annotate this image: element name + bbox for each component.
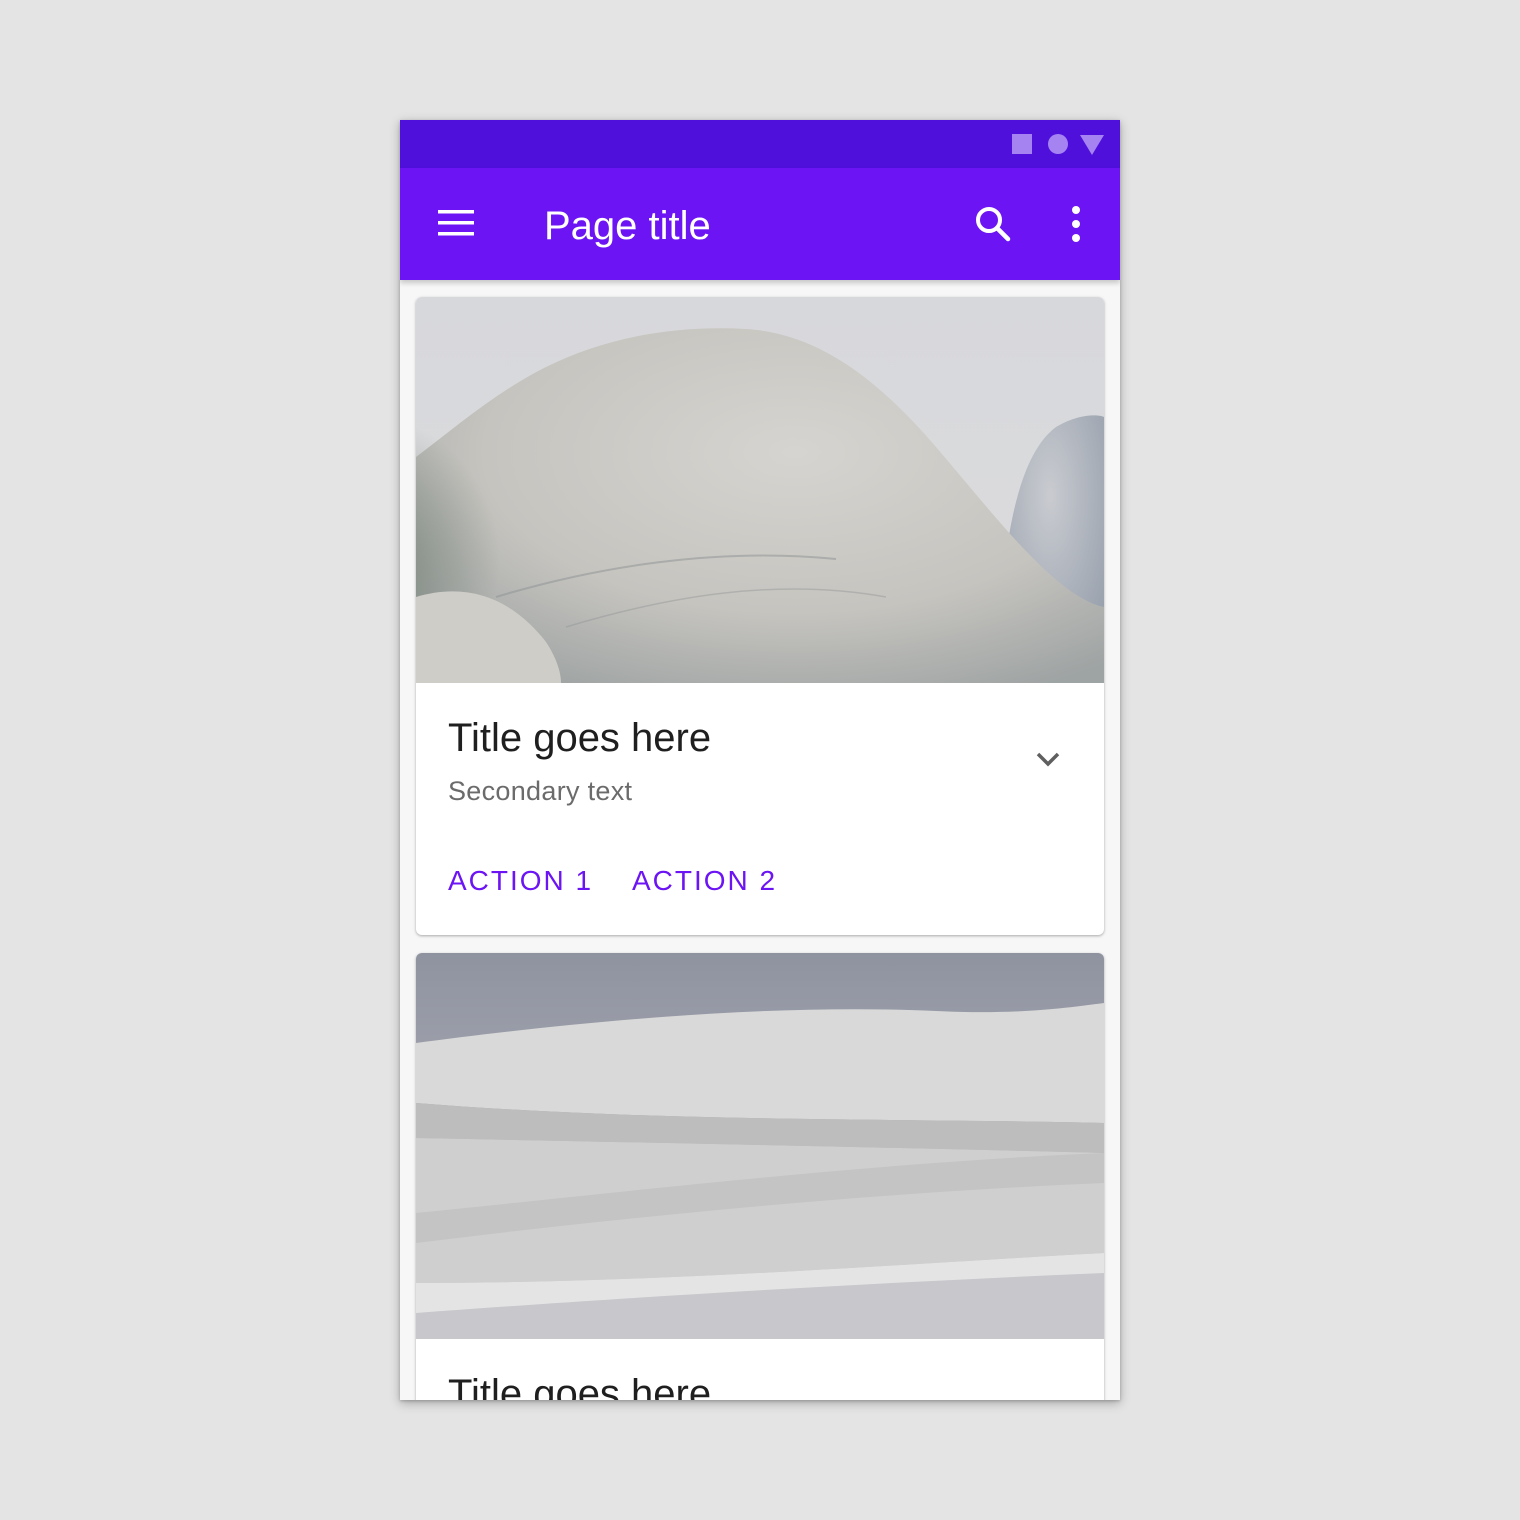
- more-vert-icon: [1072, 206, 1080, 242]
- search-icon: [976, 207, 1011, 242]
- card-title: Title goes here: [448, 1372, 712, 1400]
- top-app-bar: Page title: [400, 168, 1120, 280]
- card[interactable]: Title goes here: [416, 953, 1104, 1400]
- expand-button[interactable]: [1016, 727, 1080, 791]
- triangle-icon: [1080, 135, 1104, 155]
- chevron-down-icon: [1036, 752, 1060, 767]
- sand-dunes-image: [416, 953, 1104, 1339]
- more-options-button[interactable]: [1044, 192, 1108, 256]
- page-title: Page title: [544, 204, 711, 248]
- boulders-image: [416, 297, 1104, 683]
- action-1-button[interactable]: ACTION 1: [448, 857, 593, 905]
- action-2-button[interactable]: ACTION 2: [632, 857, 777, 905]
- phone-screen: Page title Title goes here Secondary tex…: [400, 120, 1120, 1400]
- menu-icon: [438, 210, 474, 236]
- square-icon: [1012, 134, 1032, 154]
- menu-button[interactable]: [424, 192, 488, 256]
- card-title: Title goes here: [448, 716, 712, 760]
- status-bar: [400, 120, 1120, 168]
- search-button[interactable]: [960, 192, 1024, 256]
- card-secondary-text: Secondary text: [448, 776, 633, 806]
- circle-icon: [1048, 134, 1068, 154]
- card[interactable]: Title goes here Secondary text ACTION 1 …: [416, 297, 1104, 935]
